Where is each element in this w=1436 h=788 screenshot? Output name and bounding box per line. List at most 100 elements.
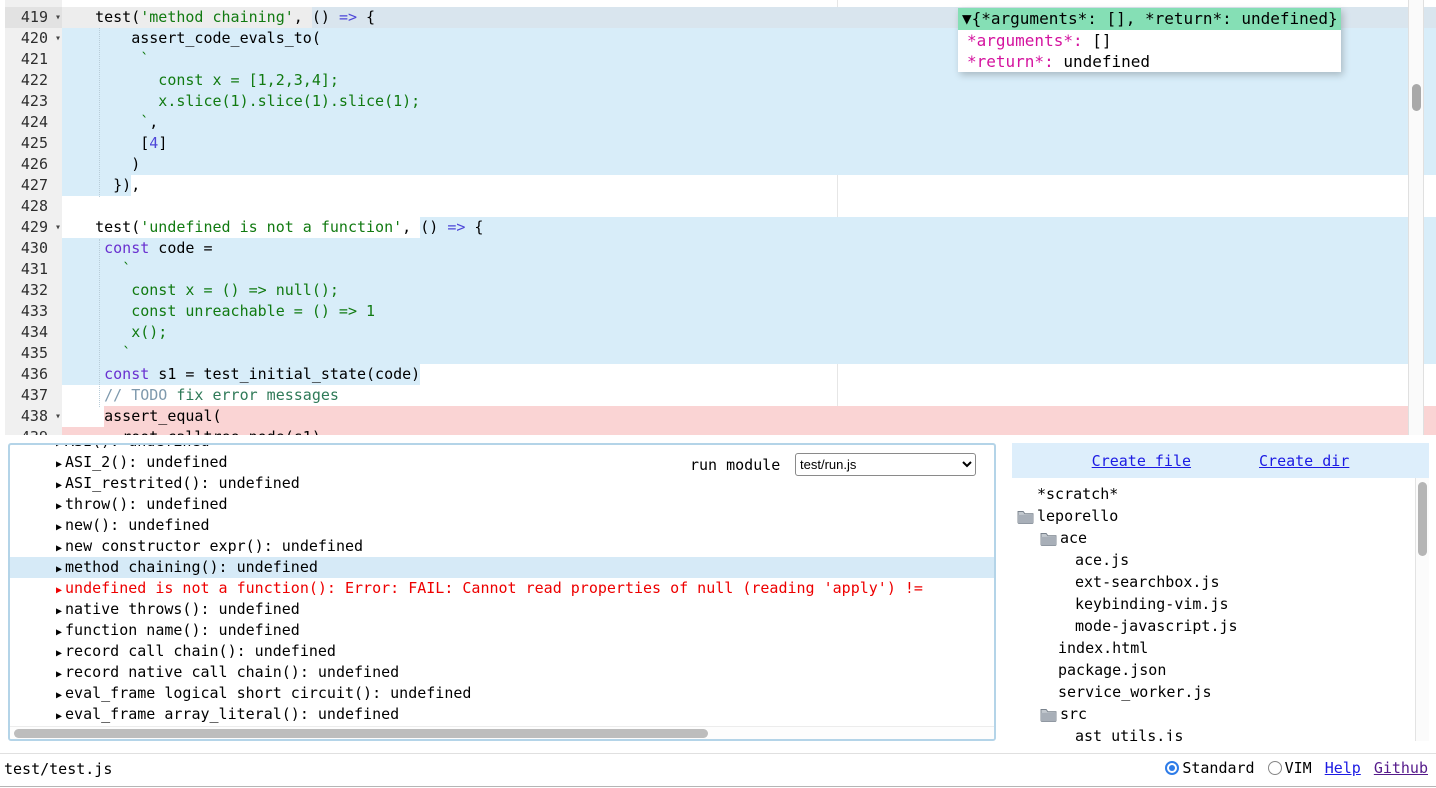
radio-standard-icon[interactable] (1165, 761, 1179, 775)
editor-scrollbar-thumb[interactable] (1412, 84, 1421, 111)
line-number[interactable]: 425 (5, 133, 62, 154)
line-number[interactable]: 424 (5, 112, 62, 133)
line-number[interactable]: 427 (5, 175, 62, 196)
editor-scrollbar[interactable] (1408, 0, 1424, 435)
test-result-item[interactable]: ▶undefined is not a function(): Error: F… (10, 578, 994, 599)
line-number[interactable]: 432 (5, 280, 62, 301)
test-result-item[interactable]: ▶new constructor expr(): undefined (10, 536, 994, 557)
line-number[interactable]: 434 (5, 322, 62, 343)
expand-arrow-icon[interactable]: ▶ (56, 443, 62, 449)
expand-arrow-icon[interactable]: ▶ (56, 480, 62, 491)
tree-file-item[interactable]: ast_utils.js (1012, 725, 1415, 741)
line-number[interactable]: 437 (5, 385, 62, 406)
keybinding-vim-option[interactable]: VIM (1268, 759, 1312, 777)
test-result-item[interactable]: ▶new(): undefined (10, 515, 994, 536)
line-number[interactable]: 421 (5, 49, 62, 70)
test-result-item[interactable]: ▶native throws(): undefined (10, 599, 994, 620)
tree-file-item[interactable]: mode-javascript.js (1012, 615, 1415, 637)
value-inspector-summary[interactable]: ▼{*arguments*: [], *return*: undefined} (958, 8, 1341, 30)
code-line[interactable]: // TODO fix error messages (62, 385, 1436, 406)
expand-arrow-icon[interactable]: ▶ (56, 585, 62, 596)
expand-arrow-icon[interactable]: ▶ (56, 564, 62, 575)
line-number[interactable]: 433 (5, 301, 62, 322)
line-number[interactable]: 419▾ (5, 7, 62, 28)
file-tree-scrollbar[interactable] (1415, 478, 1429, 741)
expand-arrow-icon[interactable]: ▶ (56, 711, 62, 722)
code-line[interactable]: const code = (62, 238, 1436, 259)
tree-folder-item[interactable]: leporello (1012, 505, 1415, 527)
code-line[interactable]: [4] (62, 133, 1436, 154)
code-line[interactable]: ) (62, 154, 1436, 175)
tree-folder-item[interactable]: ace (1012, 527, 1415, 549)
code-line[interactable]: }), (62, 175, 1436, 196)
output-scrollbar-thumb[interactable] (14, 729, 708, 738)
github-link[interactable]: Github (1374, 759, 1428, 777)
help-link[interactable]: Help (1325, 759, 1361, 777)
code-line[interactable]: ` (62, 343, 1436, 364)
test-result-item[interactable]: ▶function name(): undefined (10, 620, 994, 641)
expand-arrow-icon[interactable]: ▶ (56, 648, 62, 659)
line-number[interactable]: 435 (5, 343, 62, 364)
test-result-item[interactable]: ▶eval_frame logical short circuit(): und… (10, 683, 994, 704)
code-line[interactable] (62, 196, 1436, 217)
line-number[interactable]: 426 (5, 154, 62, 175)
line-number[interactable]: 430 (5, 238, 62, 259)
test-result-item[interactable]: ▶record call chain(): undefined (10, 641, 994, 662)
line-number[interactable]: 439 (5, 427, 62, 435)
expand-arrow-icon[interactable]: ▶ (56, 501, 62, 512)
expand-arrow-icon[interactable]: ▶ (56, 543, 62, 554)
test-result-item[interactable]: ▶eval_frame array_literal(): undefined (10, 704, 994, 725)
fold-arrow-icon[interactable]: ▾ (55, 7, 61, 28)
code-line[interactable]: const s1 = test_initial_state(code) (62, 364, 1436, 385)
expand-arrow-icon[interactable]: ▶ (56, 522, 62, 533)
code-line[interactable]: const x = [1,2,3,4]; (62, 70, 1436, 91)
code-line[interactable]: root_calltree_node(s1) (62, 427, 1436, 435)
expand-arrow-icon[interactable]: ▶ (56, 459, 62, 470)
run-module-select[interactable]: test/run.js (795, 453, 976, 476)
code-line[interactable]: const x = () => null(); (62, 280, 1436, 301)
test-result-item[interactable]: ▶throw(): undefined (10, 494, 994, 515)
tree-file-item[interactable]: ext-searchbox.js (1012, 571, 1415, 593)
code-line[interactable]: `, (62, 112, 1436, 133)
expand-arrow-icon[interactable]: ▶ (56, 606, 62, 617)
fold-arrow-icon[interactable]: ▾ (55, 406, 61, 427)
code-line[interactable]: x(); (62, 322, 1436, 343)
expand-arrow-icon[interactable]: ▶ (56, 627, 62, 638)
fold-arrow-icon[interactable]: ▾ (55, 217, 61, 238)
expand-arrow-icon[interactable]: ▶ (56, 690, 62, 701)
test-result-item[interactable]: ▶ASI_restrited(): undefined (10, 473, 994, 494)
radio-vim-icon[interactable] (1268, 761, 1282, 775)
code-line[interactable]: ` (62, 259, 1436, 280)
create-file-link[interactable]: Create file (1092, 452, 1191, 470)
code-editor[interactable]: 419▾420▾421422423424425426427428429▾4304… (0, 0, 1436, 435)
tree-file-item[interactable]: keybinding-vim.js (1012, 593, 1415, 615)
line-number[interactable]: 438▾ (5, 406, 62, 427)
tree-folder-item[interactable]: src (1012, 703, 1415, 725)
test-result-item[interactable]: ▶record native call chain(): undefined (10, 662, 994, 683)
line-number[interactable]: 429▾ (5, 217, 62, 238)
test-result-item[interactable]: ▶method chaining(): undefined (10, 557, 994, 578)
code-line[interactable]: assert_equal( (62, 406, 1436, 427)
line-number[interactable]: 422 (5, 70, 62, 91)
create-dir-link[interactable]: Create dir (1259, 452, 1349, 470)
code-line[interactable]: const unreachable = () => 1 (62, 301, 1436, 322)
keybinding-standard-option[interactable]: Standard (1165, 759, 1254, 777)
code-line[interactable]: test('undefined is not a function', () =… (62, 217, 1436, 238)
tree-file-item[interactable]: package.json (1012, 659, 1415, 681)
file-tree-scrollbar-thumb[interactable] (1418, 482, 1427, 556)
line-number[interactable]: 431 (5, 259, 62, 280)
tree-file-item[interactable]: index.html (1012, 637, 1415, 659)
line-number[interactable]: 423 (5, 91, 62, 112)
tree-file-item[interactable]: ace.js (1012, 549, 1415, 571)
line-number[interactable]: 428 (5, 196, 62, 217)
tree-file-item[interactable]: service_worker.js (1012, 681, 1415, 703)
test-result-item[interactable]: ▶ASI(): undefined (10, 443, 994, 452)
expand-arrow-icon[interactable]: ▶ (56, 669, 62, 680)
line-number[interactable]: 436 (5, 364, 62, 385)
code-line[interactable]: x.slice(1).slice(1).slice(1); (62, 91, 1436, 112)
output-horizontal-scrollbar[interactable] (10, 726, 994, 739)
radio-vim-label[interactable]: VIM (1285, 759, 1312, 777)
line-number[interactable]: 420▾ (5, 28, 62, 49)
fold-arrow-icon[interactable]: ▾ (55, 28, 61, 49)
radio-standard-label[interactable]: Standard (1182, 759, 1254, 777)
